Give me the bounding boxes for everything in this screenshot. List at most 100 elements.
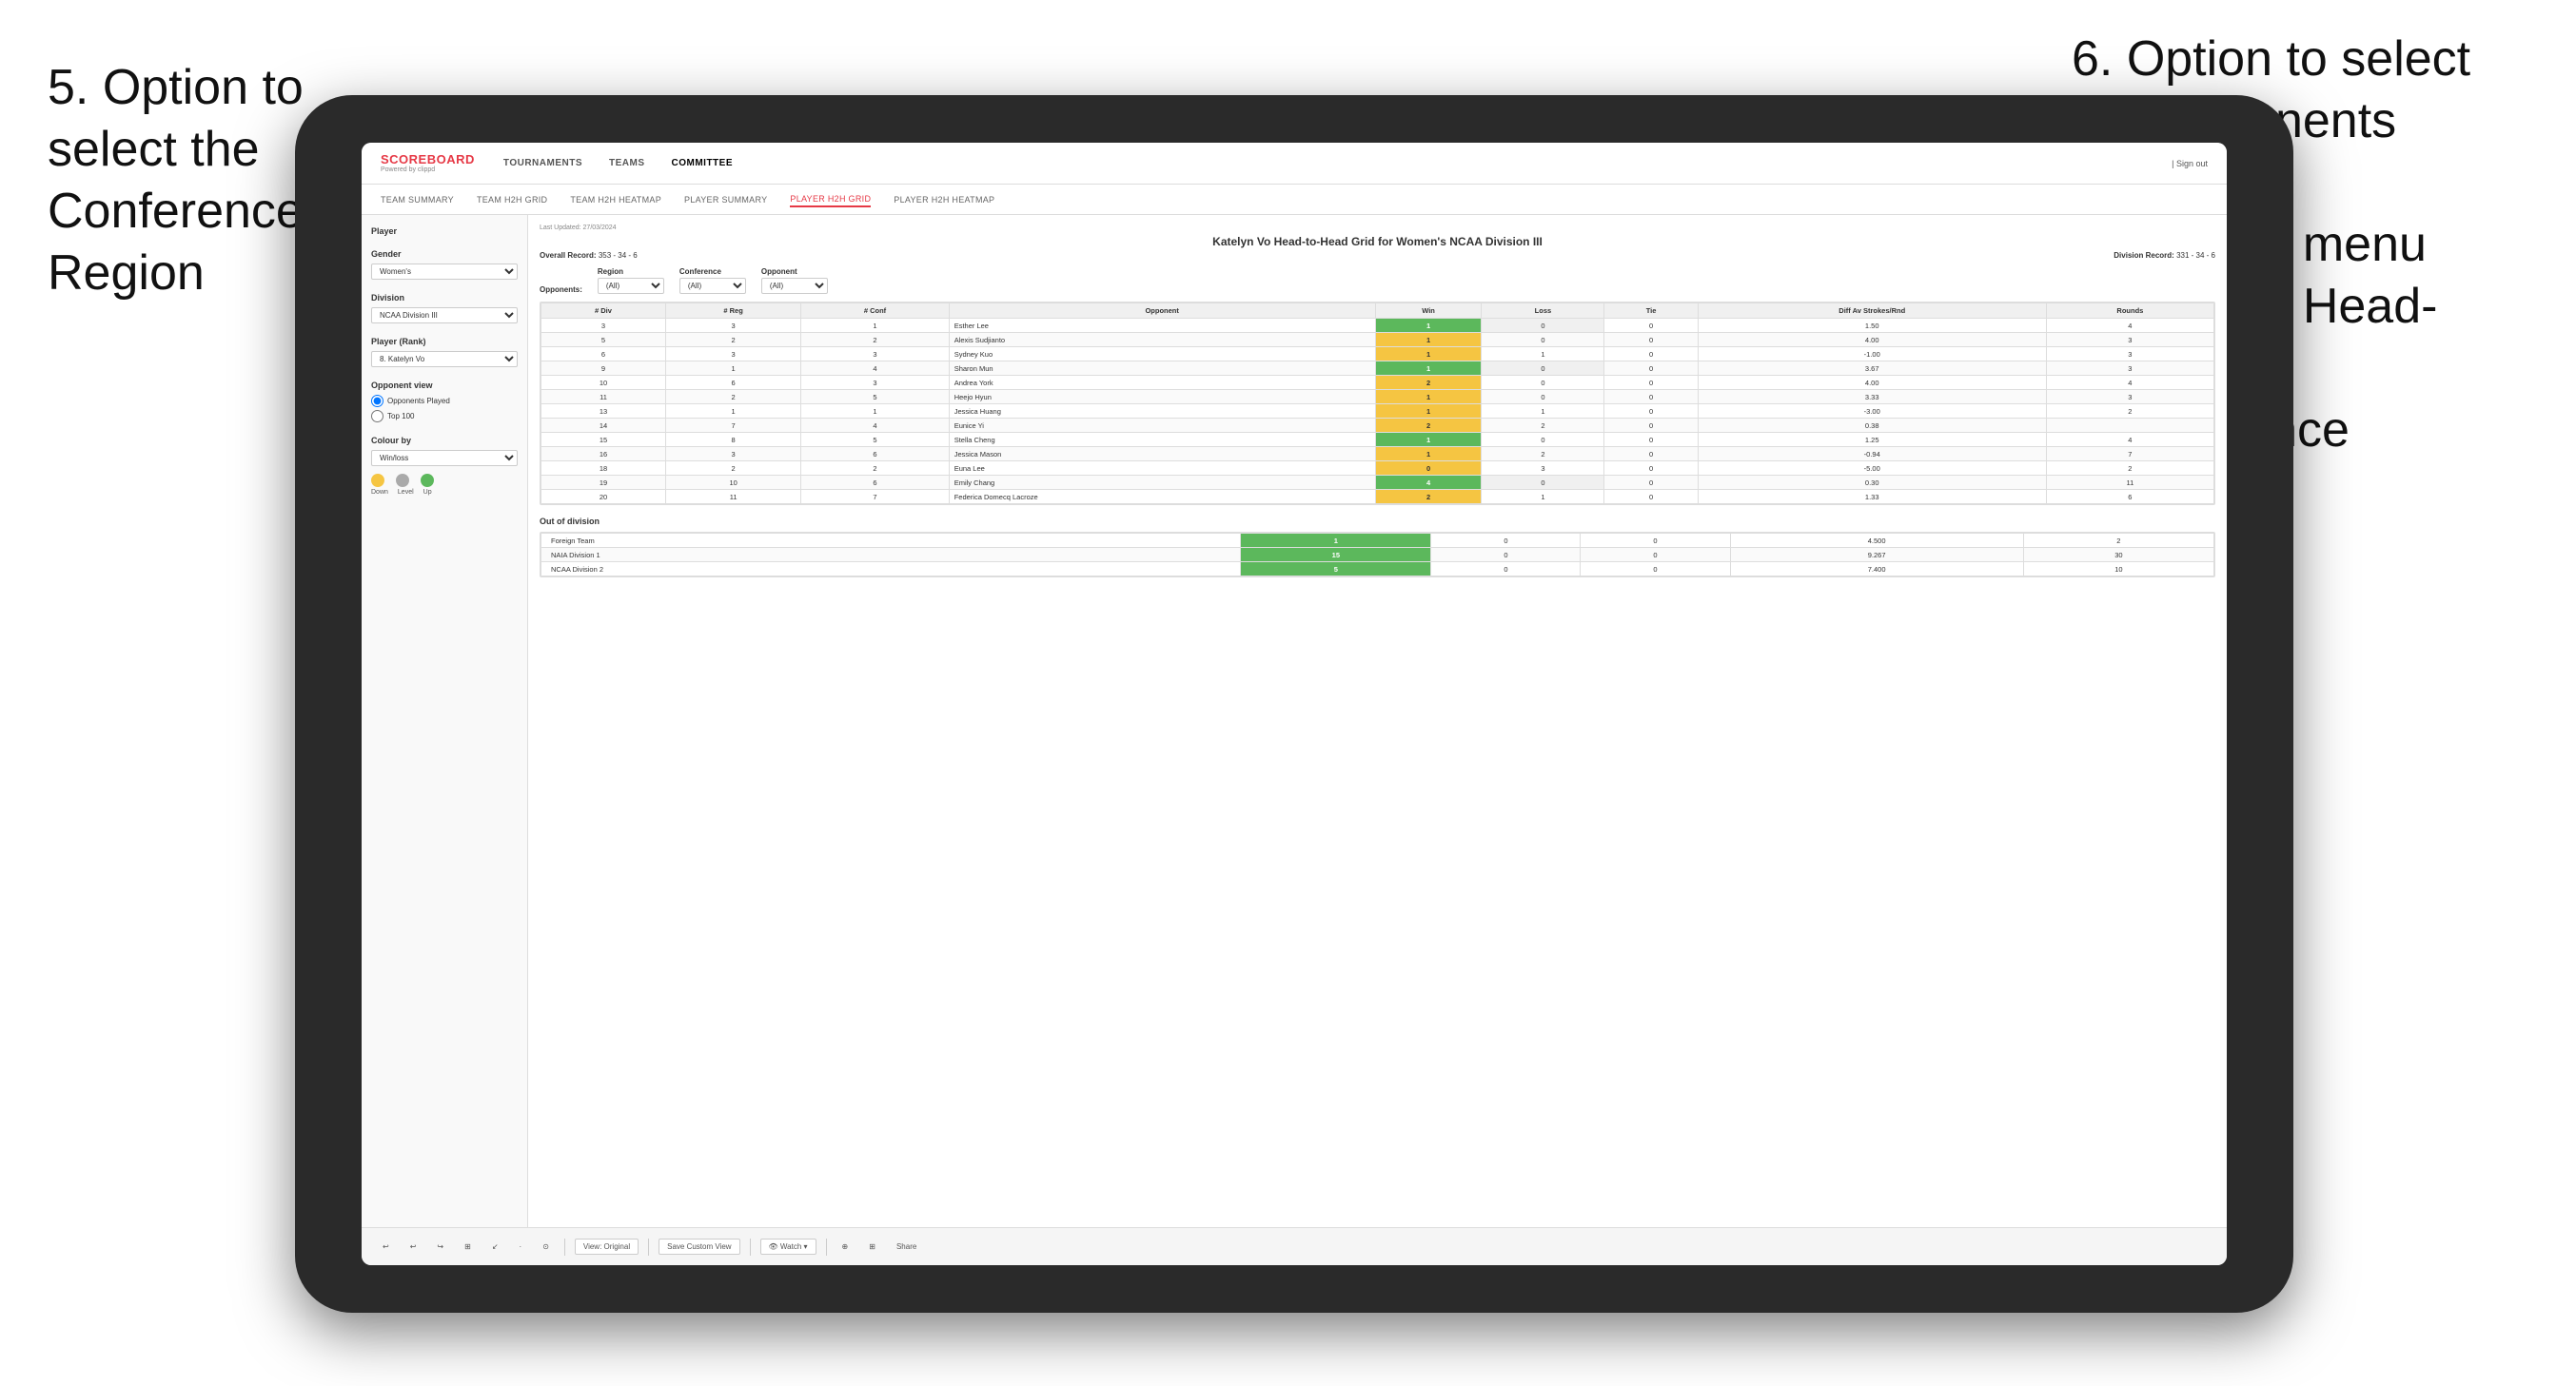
table-cell: 1 xyxy=(665,404,800,419)
colour-label-down: Down xyxy=(371,489,388,496)
filter-region-label: Region xyxy=(598,267,664,276)
table-cell: 4.00 xyxy=(1698,333,2046,347)
table-cell: 4.00 xyxy=(1698,376,2046,390)
last-updated: Last Updated: 27/03/2024 xyxy=(540,224,2215,231)
toolbar-share-icon1[interactable]: ⊕ xyxy=(836,1240,855,1254)
table-row: 331Esther Lee1001.504 xyxy=(541,319,2214,333)
table-cell: 7 xyxy=(801,490,949,504)
table-cell: 0 xyxy=(1604,376,1698,390)
sidebar: Player Gender Women's Division NCAA Divi… xyxy=(362,215,528,1227)
table-row: 1063Andrea York2004.004 xyxy=(541,376,2214,390)
toolbar-view-original[interactable]: View: Original xyxy=(575,1239,639,1255)
table-cell: Sydney Kuo xyxy=(949,347,1375,361)
toolbar-redo[interactable]: ↪ xyxy=(431,1240,449,1254)
table-cell: 4 xyxy=(1375,476,1482,490)
table-cell: 1.33 xyxy=(1698,490,2046,504)
colour-labels: Down Level Up xyxy=(371,489,518,496)
sub-nav-player-summary[interactable]: PLAYER SUMMARY xyxy=(684,193,767,206)
filter-row: Opponents: Region (All) Conference (All) xyxy=(540,267,2215,294)
nav-committee[interactable]: COMMITTEE xyxy=(672,156,734,170)
toolbar-save-custom-view[interactable]: Save Custom View xyxy=(659,1239,739,1255)
division-select[interactable]: NCAA Division III xyxy=(371,307,518,323)
th-opponent: Opponent xyxy=(949,303,1375,319)
table-cell: 1 xyxy=(1375,361,1482,376)
th-conf: # Conf xyxy=(801,303,949,319)
sidebar-player-rank-section: Player (Rank) 8. Katelyn Vo xyxy=(371,337,518,367)
table-cell: 1 xyxy=(665,361,800,376)
nav-tournaments[interactable]: TOURNAMENTS xyxy=(503,156,582,170)
region-filter-select[interactable]: (All) xyxy=(598,278,664,294)
table-cell: Euna Lee xyxy=(949,461,1375,476)
sub-nav-team-h2h-heatmap[interactable]: TEAM H2H HEATMAP xyxy=(570,193,661,206)
table-cell: NAIA Division 1 xyxy=(541,548,1241,562)
table-cell: 0.30 xyxy=(1698,476,2046,490)
table-cell: 1 xyxy=(1375,447,1482,461)
table-cell: 0 xyxy=(1604,490,1698,504)
table-cell: 1 xyxy=(1375,390,1482,404)
radio-opponents-played[interactable]: Opponents Played xyxy=(371,395,518,407)
toolbar-watch[interactable]: 👁 Watch ▾ xyxy=(760,1239,816,1255)
toolbar-undo2[interactable]: ↩ xyxy=(404,1240,423,1254)
toolbar-share-icon2[interactable]: ⊞ xyxy=(863,1240,881,1254)
sub-nav-team-summary[interactable]: TEAM SUMMARY xyxy=(381,193,454,206)
table-cell: 0 xyxy=(1581,562,1730,576)
table-cell: 0 xyxy=(1604,319,1698,333)
nav-sign-out[interactable]: | Sign out xyxy=(2172,159,2208,168)
main-data-table-wrapper: # Div # Reg # Conf Opponent Win Loss Tie… xyxy=(540,302,2215,505)
table-row: NAIA Division 115009.26730 xyxy=(541,548,2214,562)
th-win: Win xyxy=(1375,303,1482,319)
table-cell: 11 xyxy=(541,390,666,404)
radio-opponents-played-input[interactable] xyxy=(371,395,383,407)
table-cell: 5 xyxy=(801,433,949,447)
toolbar-undo[interactable]: ↩ xyxy=(377,1240,395,1254)
conference-filter-select[interactable]: (All) xyxy=(679,278,746,294)
table-cell: 4 xyxy=(2046,376,2213,390)
table-cell: 3 xyxy=(2046,390,2213,404)
toolbar-download[interactable]: ↙ xyxy=(486,1240,504,1254)
sidebar-colour-section: Colour by Win/loss Down Level Up xyxy=(371,436,518,496)
table-cell: 0 xyxy=(1482,390,1604,404)
table-cell: 0 xyxy=(1482,376,1604,390)
toolbar-circle[interactable]: ⊙ xyxy=(537,1240,555,1254)
annotation-left-line1: 5. Option to xyxy=(48,60,304,115)
opponent-filter-select[interactable]: (All) xyxy=(761,278,828,294)
table-row: 1125Heejo Hyun1003.333 xyxy=(541,390,2214,404)
table-cell xyxy=(2046,419,2213,433)
table-cell: 20 xyxy=(541,490,666,504)
toolbar-dot[interactable]: · xyxy=(514,1240,528,1254)
filter-region: Region (All) xyxy=(598,267,664,294)
table-cell: 6 xyxy=(665,376,800,390)
colour-dot-up xyxy=(421,474,434,487)
sidebar-division-section: Division NCAA Division III xyxy=(371,293,518,323)
table-cell: 0 xyxy=(1604,419,1698,433)
th-div: # Div xyxy=(541,303,666,319)
table-cell: 0 xyxy=(1482,333,1604,347)
table-cell: 2 xyxy=(2046,404,2213,419)
filter-opponents-label: Opponents: xyxy=(540,285,582,294)
nav-teams[interactable]: TEAMS xyxy=(609,156,645,170)
table-cell: -1.00 xyxy=(1698,347,2046,361)
main-title: Katelyn Vo Head-to-Head Grid for Women's… xyxy=(540,235,2215,248)
table-cell: 3.33 xyxy=(1698,390,2046,404)
out-of-division-table: Foreign Team1004.5002NAIA Division 11500… xyxy=(541,533,2214,576)
table-cell: 7 xyxy=(665,419,800,433)
gender-select[interactable]: Women's xyxy=(371,264,518,280)
toolbar-share[interactable]: Share xyxy=(891,1240,922,1254)
table-cell: 10 xyxy=(665,476,800,490)
radio-top100-input[interactable] xyxy=(371,410,383,422)
table-cell: Emily Chang xyxy=(949,476,1375,490)
sub-nav-player-h2h-heatmap[interactable]: PLAYER H2H HEATMAP xyxy=(894,193,994,206)
table-cell: 1 xyxy=(1482,490,1604,504)
colour-by-select[interactable]: Win/loss xyxy=(371,450,518,466)
table-cell: Federica Domecq Lacroze xyxy=(949,490,1375,504)
player-rank-select[interactable]: 8. Katelyn Vo xyxy=(371,351,518,367)
table-cell: 2 xyxy=(665,461,800,476)
radio-top100[interactable]: Top 100 xyxy=(371,410,518,422)
toolbar-grid[interactable]: ⊞ xyxy=(459,1240,477,1254)
table-row: 1474Eunice Yi2200.38 xyxy=(541,419,2214,433)
table-cell: 3.67 xyxy=(1698,361,2046,376)
colour-label-level: Level xyxy=(398,489,414,496)
table-cell: 2 xyxy=(665,333,800,347)
sub-nav-player-h2h-grid[interactable]: PLAYER H2H GRID xyxy=(790,192,871,207)
sub-nav-team-h2h-grid[interactable]: TEAM H2H GRID xyxy=(477,193,547,206)
